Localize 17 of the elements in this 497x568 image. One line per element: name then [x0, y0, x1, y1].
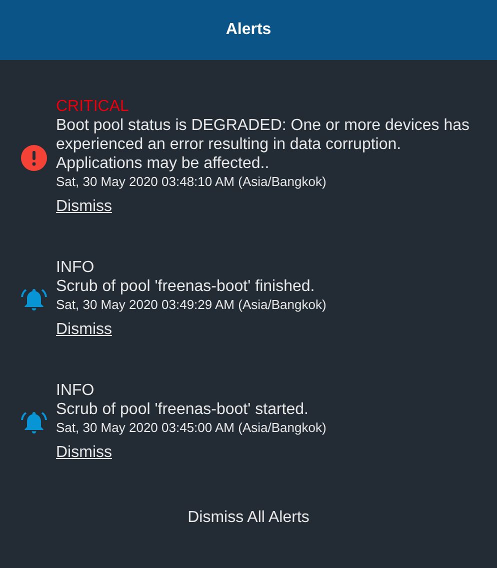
dismiss-all-button[interactable]: Dismiss All Alerts [178, 503, 320, 533]
bell-icon [20, 410, 48, 436]
alert-datetime: Sat, 30 May 2020 03:45:00 AM (Asia/Bangkok) [56, 419, 328, 437]
alert-datetime: Sat, 30 May 2020 03:49:29 AM (Asia/Bangkok) [56, 296, 328, 314]
alert-message: Scrub of pool 'freenas-boot' started. [56, 400, 310, 419]
alert-level: INFO [56, 259, 96, 277]
alert-message: Boot pool status is DEGRADED: One or more devices has experienced an error resulting in data corruption. Applications may be affected.. [56, 116, 471, 173]
dismiss-link[interactable]: Dismiss [56, 443, 112, 463]
alert-level: CRITICAL [56, 98, 130, 116]
bell-icon [20, 286, 48, 312]
error-icon [21, 144, 47, 170]
alert-datetime: Sat, 30 May 2020 03:48:10 AM (Asia/Bangkok) [56, 173, 328, 191]
alert-level: INFO [56, 382, 96, 400]
panel-title: Alerts [226, 21, 272, 39]
alert-message: Scrub of pool 'freenas-boot' finished. [56, 277, 316, 296]
dismiss-link[interactable]: Dismiss [56, 320, 112, 340]
dismiss-link[interactable]: Dismiss [56, 197, 112, 217]
